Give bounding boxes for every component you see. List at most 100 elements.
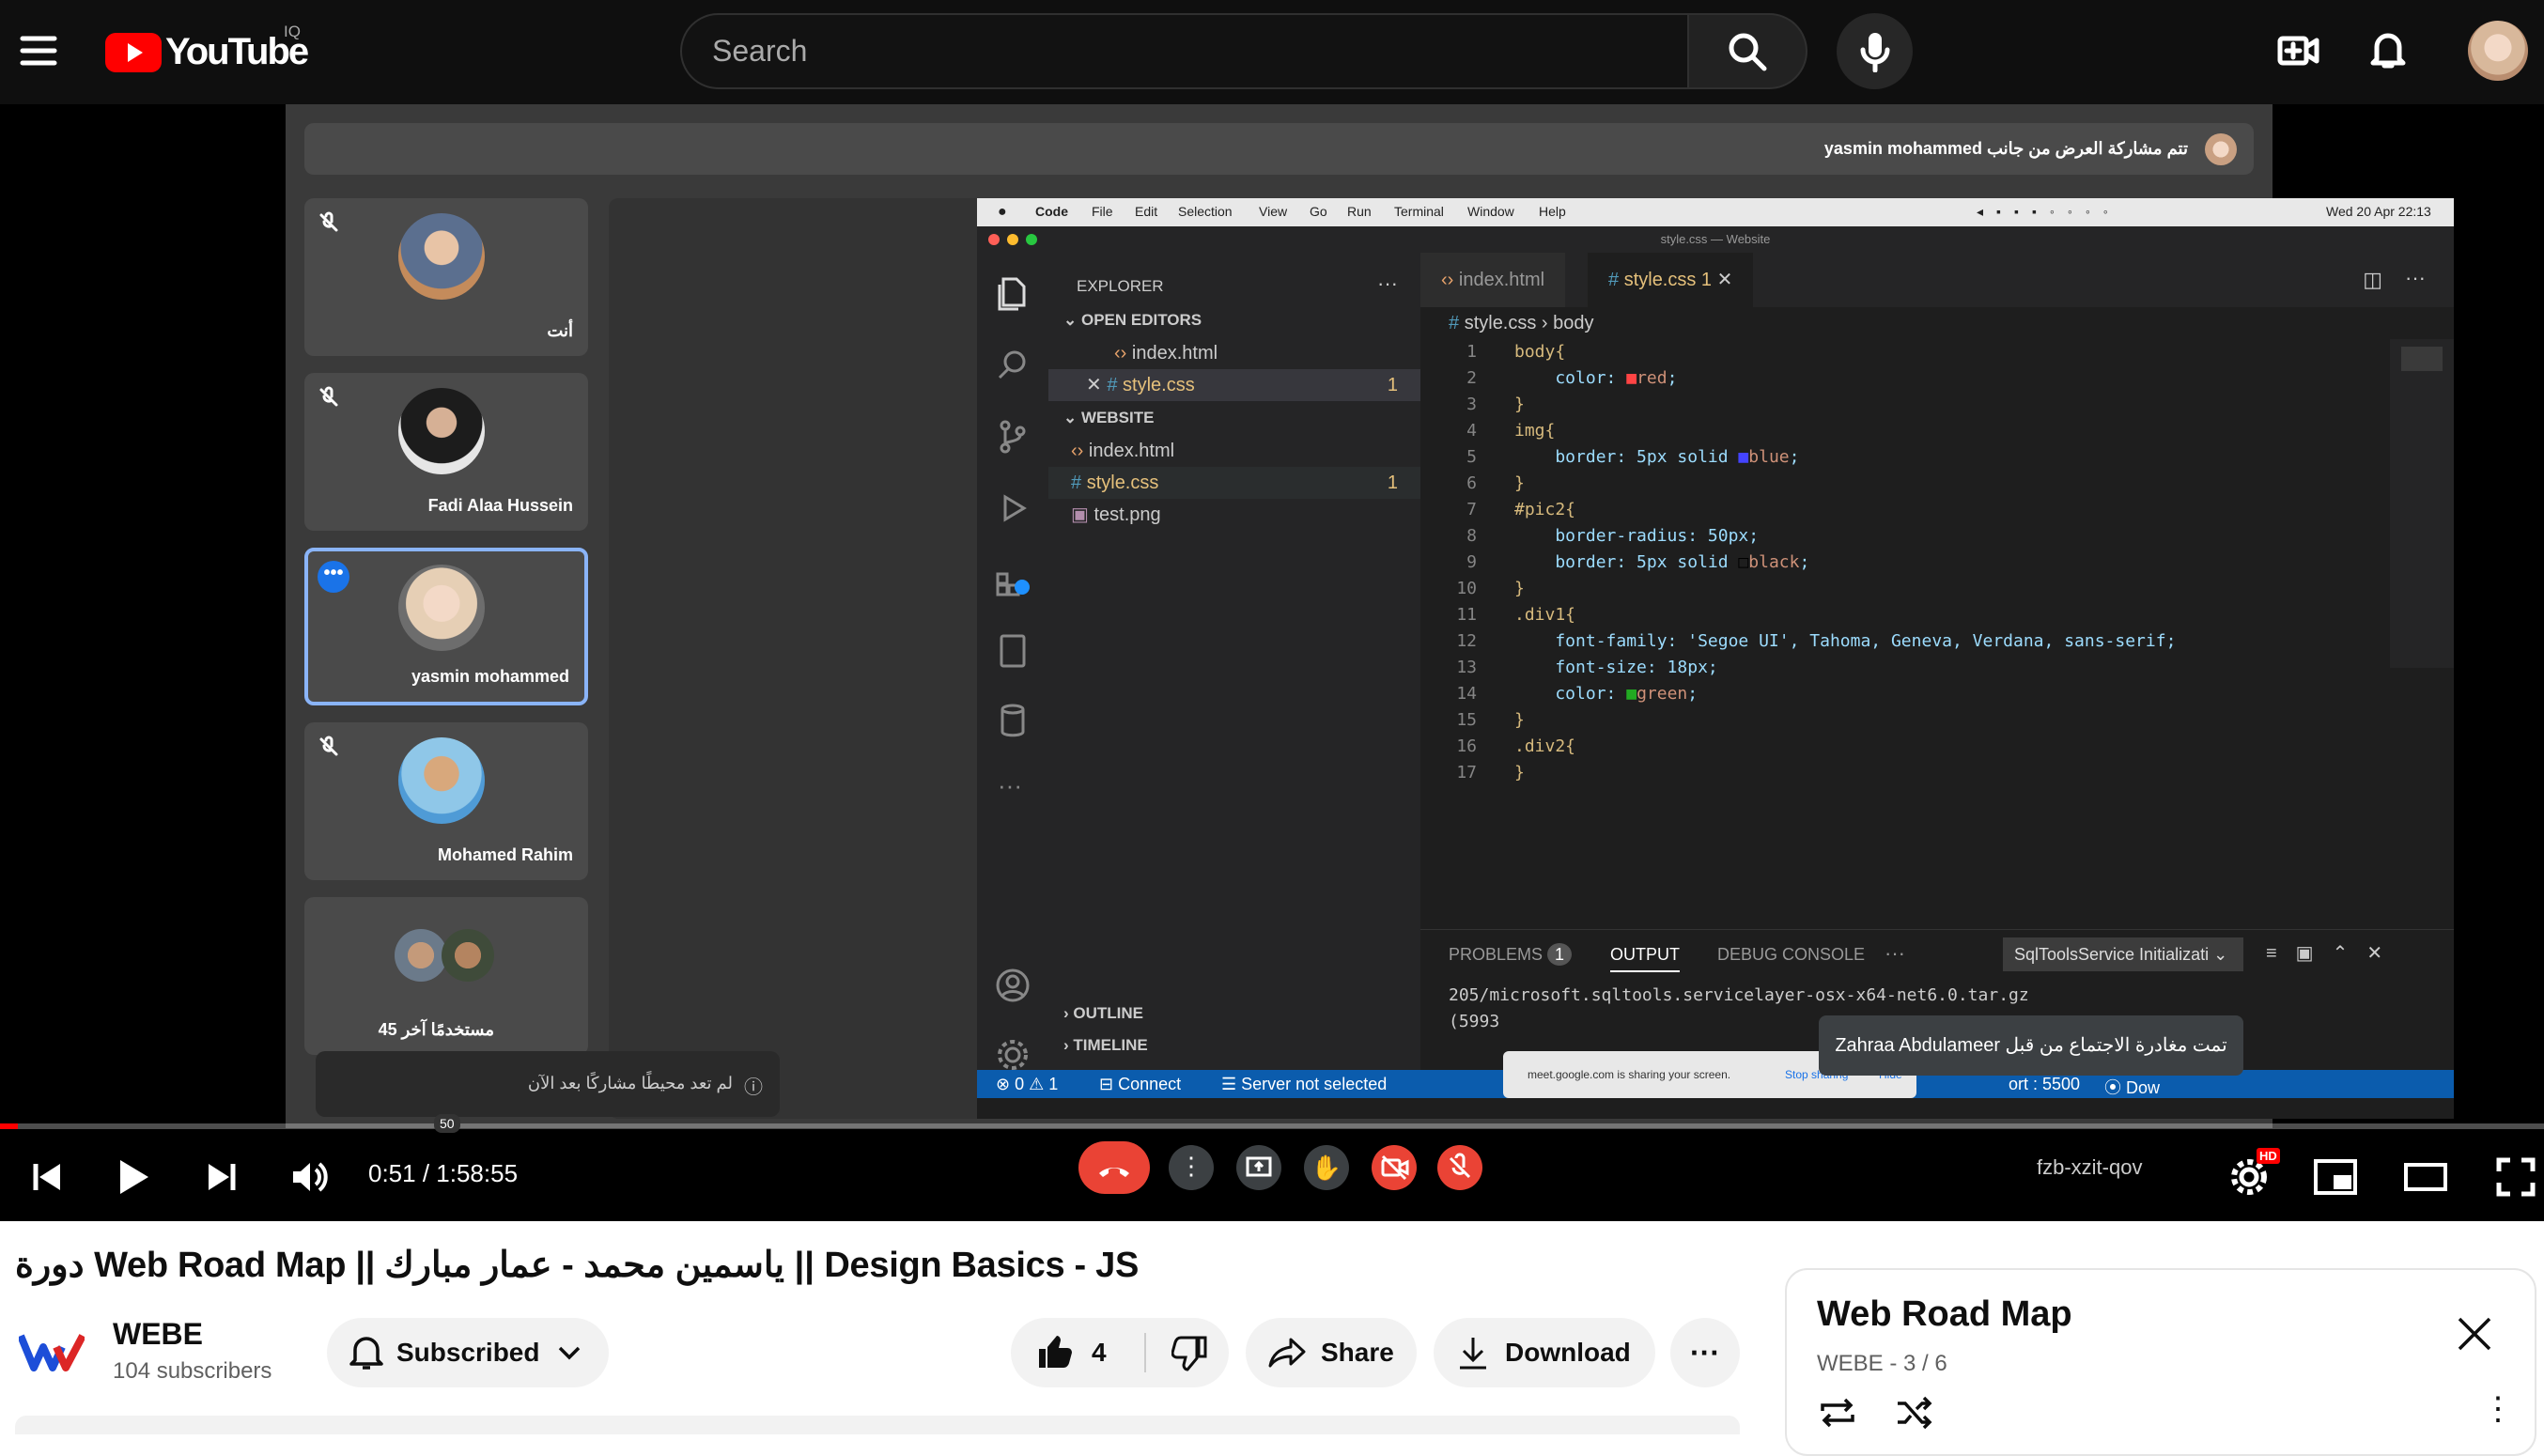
dislike-button[interactable]	[1152, 1318, 1229, 1387]
tab-style-css[interactable]: # style.css 1 ✕	[1588, 253, 1754, 307]
more-actions-icon[interactable]: ···	[2405, 266, 2426, 290]
problem-count: 1	[1387, 472, 1398, 493]
server-label: Server not selected	[1241, 1075, 1388, 1093]
playlist-subtitle: WEBE - 3 / 6	[1817, 1351, 1947, 1376]
file-item[interactable]: ‹› index.html	[1048, 435, 1420, 467]
tab-output[interactable]: OUTPUT	[1610, 945, 1680, 972]
menu-item[interactable]: Edit	[1135, 204, 1157, 219]
explorer-more-icon[interactable]: ···	[1377, 271, 1398, 296]
previous-button[interactable]	[19, 1135, 75, 1219]
panel-more-icon[interactable]: ···	[1885, 941, 1905, 966]
next-button[interactable]	[194, 1135, 250, 1219]
outline-section[interactable]: › OUTLINE	[1063, 1004, 1143, 1023]
voice-search-button[interactable]	[1837, 13, 1913, 89]
source-control-icon[interactable]	[994, 418, 1032, 456]
more-horizontal-icon: ···	[1690, 1335, 1720, 1370]
output-channel-select[interactable]: SqlToolsService Initializati ⌄	[2003, 937, 2243, 971]
menu-item[interactable]: Go	[1310, 204, 1327, 219]
close-window-icon[interactable]	[988, 234, 1000, 245]
menu-item[interactable]: Window	[1467, 204, 1514, 219]
menu-item[interactable]: View	[1259, 204, 1287, 219]
search-button[interactable]	[1687, 13, 1807, 89]
close-icon	[2458, 1317, 2491, 1351]
tab-label: style.css 1	[1623, 270, 1713, 290]
video-player[interactable]: yasmin mohammed تتم مشاركة العرض من جانب…	[0, 104, 2544, 1221]
close-playlist-button[interactable]	[2456, 1315, 2493, 1353]
maximize-window-icon[interactable]	[1026, 234, 1037, 245]
miniplayer-button[interactable]	[2309, 1135, 2362, 1219]
participant-name: yasmin mohammed	[411, 667, 569, 686]
settings-gear-icon[interactable]	[994, 1036, 1032, 1074]
notifications-button[interactable]	[2369, 28, 2407, 71]
breadcrumb-symbol[interactable]: body	[1553, 313, 1593, 333]
youtube-logo[interactable]: YouTube	[105, 31, 309, 73]
shuffle-playlist-button[interactable]	[1894, 1396, 1935, 1430]
subscribed-button[interactable]: Subscribed	[327, 1318, 609, 1387]
menu-item[interactable]: Terminal	[1394, 204, 1444, 219]
tab-index-html[interactable]: ‹› index.html	[1420, 253, 1566, 307]
create-button[interactable]	[2277, 31, 2320, 70]
minimap-slider[interactable]	[2401, 347, 2443, 371]
minimize-window-icon[interactable]	[1007, 234, 1018, 245]
theater-mode-button[interactable]	[2399, 1135, 2452, 1219]
avatar[interactable]	[2468, 21, 2528, 81]
playlist-more-icon[interactable]: ⋮	[2482, 1390, 2514, 1428]
close-tab-icon[interactable]: ✕	[1717, 270, 1733, 290]
problems-status[interactable]: ⊗ 0 ⚠ 1	[996, 1075, 1058, 1094]
download-button[interactable]: Download	[1434, 1318, 1655, 1387]
playlist-title[interactable]: Web Road Map	[1817, 1294, 2072, 1335]
code-text: }	[1514, 395, 1525, 414]
code-text: }	[1514, 710, 1525, 730]
volume-button[interactable]	[282, 1135, 338, 1219]
code-editor[interactable]: 1 body{2 color: ■red; 3} 4 img{5 border: 5px…	[1420, 339, 2360, 903]
database-icon[interactable]	[998, 702, 1028, 739]
channel-avatar[interactable]	[19, 1326, 85, 1375]
open-editor-item-active[interactable]: ✕ # style.css 1	[1048, 369, 1420, 401]
description-box[interactable]	[15, 1416, 1740, 1434]
channel-name[interactable]: WEBE	[113, 1317, 203, 1352]
image-file-icon: ▣	[1071, 504, 1089, 525]
menu-item[interactable]: File	[1092, 204, 1113, 219]
participant-avatar	[395, 929, 447, 982]
minimap[interactable]	[2390, 339, 2454, 668]
like-divider	[1144, 1333, 1146, 1372]
tab-problems[interactable]: PROBLEMS 1	[1449, 943, 1573, 966]
open-editor-item[interactable]: ‹› index.html	[1048, 337, 1420, 369]
menu-item[interactable]: Run	[1347, 204, 1372, 219]
timeline-section[interactable]: › TIMELINE	[1063, 1036, 1148, 1055]
go-live-status[interactable]: ⦿ Dow	[2104, 1075, 2160, 1099]
close-icon[interactable]: ✕	[1086, 375, 1102, 395]
search-input[interactable]: Search	[680, 13, 1689, 89]
open-editors-section[interactable]: ⌄ OPEN EDITORS	[1063, 311, 1202, 330]
server-status[interactable]: ☰ Server not selected	[1221, 1075, 1387, 1094]
port-status[interactable]: ort : 5500	[2009, 1075, 2080, 1094]
more-icon[interactable]: ···	[998, 771, 1022, 800]
panel-actions[interactable]: ≡▣⌃✕	[2266, 941, 2401, 965]
account-icon[interactable]	[994, 967, 1032, 1004]
workspace-folder[interactable]: ⌄ WEBSITE	[1063, 409, 1154, 427]
menu-item[interactable]: Selection	[1178, 204, 1233, 219]
more-actions-button[interactable]: ···	[1670, 1318, 1740, 1387]
search-icon[interactable]	[994, 347, 1032, 384]
top-bar: YouTube IQ Search	[0, 0, 2544, 104]
menu-item[interactable]: Code	[1035, 204, 1068, 219]
play-button[interactable]	[103, 1135, 163, 1219]
tab-debug-console[interactable]: DEBUG CONSOLE	[1717, 945, 1865, 965]
run-debug-icon[interactable]	[994, 489, 1032, 527]
extensions-icon[interactable]	[994, 561, 1032, 598]
book-icon[interactable]	[998, 632, 1028, 670]
menu-item[interactable]: Help	[1539, 204, 1566, 219]
explorer-files-icon[interactable]	[994, 275, 1032, 313]
fullscreen-button[interactable]	[2490, 1135, 2542, 1219]
progress-bar[interactable]	[0, 1123, 2544, 1129]
share-button[interactable]: Share	[1246, 1318, 1417, 1387]
menubar-status-icons: ◂▪▪▪◦◦◦◦	[1977, 204, 2121, 219]
file-item[interactable]: ▣ test.png	[1048, 499, 1420, 531]
split-editor-icon[interactable]: ◫	[2363, 268, 2382, 292]
connect-status[interactable]: ⊟ Connect	[1099, 1075, 1181, 1094]
loop-playlist-button[interactable]	[1817, 1396, 1858, 1430]
menu-icon[interactable]	[19, 31, 58, 70]
like-button[interactable]: 4	[1011, 1318, 1144, 1387]
breadcrumb-file[interactable]: style.css	[1465, 313, 1537, 333]
file-item[interactable]: # style.css 1	[1048, 467, 1420, 499]
